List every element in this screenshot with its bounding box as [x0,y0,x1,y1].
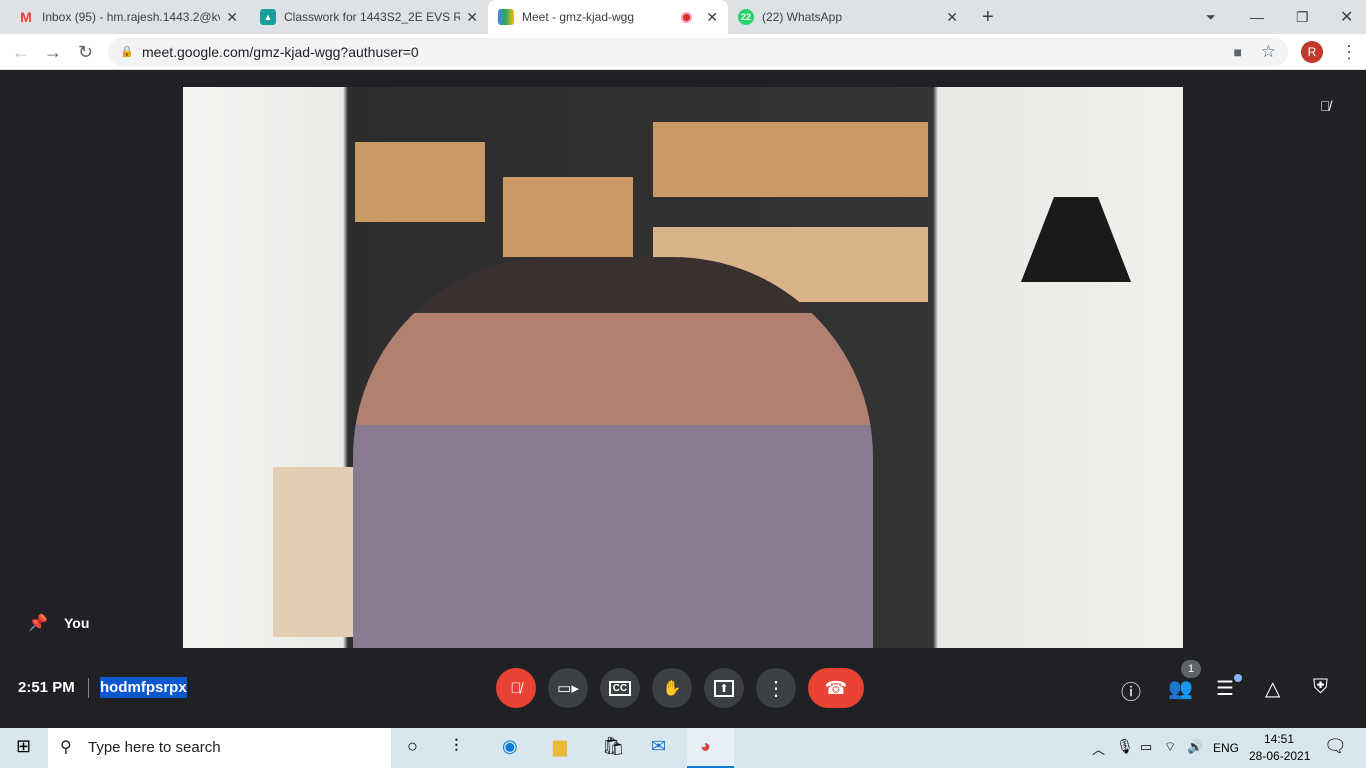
battery-icon[interactable]: ▭ [1140,739,1152,755]
participant-count-badge: 1 [1181,660,1201,678]
meeting-time: 2:51 PM [18,679,75,696]
tab-classroom[interactable]: ▲ Classwork for 1443S2_2E EVS Raj ✕ [250,0,488,34]
store-icon[interactable]: 🛍 [602,736,625,757]
back-icon[interactable]: ← [12,42,30,63]
people-icon[interactable]: 👥 [1168,676,1193,701]
more-vert-icon: ⋮ [766,677,786,700]
mic-toggle-button[interactable]: 🎙̸ [496,668,536,708]
volume-icon[interactable]: 🔊 [1187,739,1203,755]
close-window-icon[interactable]: ✕ [1330,0,1363,34]
end-call-button[interactable]: ☎ [808,668,864,708]
chat-icon[interactable]: ☰ [1216,676,1234,701]
reload-icon[interactable]: ↻ [78,42,93,63]
chat-notification-dot [1234,674,1242,682]
file-explorer-icon[interactable]: ▆ [553,736,567,757]
gmail-icon: M [20,9,32,25]
present-screen-icon: ⬆ [714,679,734,697]
tab-gmail[interactable]: M Inbox (95) - hm.rajesh.1443.2@kv ✕ [8,0,248,34]
menu-icon[interactable]: ⋮ [1340,42,1358,63]
captions-icon: CC [608,680,632,696]
participant-person [353,257,873,648]
tab-meet[interactable]: Meet - gmz-kjad-wgg ✕ [488,0,728,34]
clock-date[interactable]: 28-06-2021 [1249,749,1310,763]
close-icon[interactable]: ✕ [226,9,238,26]
search-icon: ⚲ [60,739,72,756]
edge-icon[interactable]: ◉ [502,736,518,757]
self-label: You [64,615,90,631]
notifications-icon[interactable]: 🗨 [1324,736,1347,757]
meeting-code: hodmfpsrpx [100,677,187,698]
camera-icon[interactable]: ■ [1234,38,1242,66]
close-icon[interactable]: ✕ [706,9,718,26]
raise-hand-button[interactable]: ✋ [652,668,692,708]
url-input[interactable]: 🔒 meet.google.com/gmz-kjad-wgg?authuser=0… [108,38,1288,66]
lock-icon: 🔒 [120,46,134,58]
cortana-icon[interactable]: ○ [407,736,418,757]
whatsapp-icon: 22 [738,9,754,25]
camera-toggle-button[interactable]: ▭▸ [548,668,588,708]
microphone-icon: 🎙 [1116,738,1134,754]
tab-whatsapp[interactable]: 22 (22) WhatsApp ✕ [728,0,968,34]
address-bar-row: ← → ↻ 🔒 meet.google.com/gmz-kjad-wgg?auth… [0,34,1366,70]
windows-start-icon[interactable]: ⊞ [16,736,31,757]
close-icon[interactable]: ✕ [466,9,478,26]
present-button[interactable]: ⬆ [704,668,744,708]
more-options-button[interactable]: ⋮ [756,668,796,708]
clock-time[interactable]: 14:51 [1264,732,1294,746]
tab-search-icon[interactable]: ⏷ [1196,0,1226,34]
mic-off-icon: 🎙̸ [510,679,522,697]
meeting-info-icon[interactable]: ⓘ [1121,676,1141,705]
windows-taskbar: ⊞ ⚲ Type here to search ○ ⫶ ◉ ▆ 🛍 ✉ ◕ ︿ 🎙… [0,728,1366,768]
camera-icon: ▭▸ [557,680,579,697]
activities-icon[interactable]: △ [1265,676,1280,701]
host-controls-shield-icon[interactable]: ⛨ [1313,676,1328,699]
meet-icon [498,9,514,25]
classroom-icon: ▲ [260,9,276,25]
muted-mic-icon: 🎙̸ [1320,98,1331,114]
tab-bar: M Inbox (95) - hm.rajesh.1443.2@kv ✕ ▲ Clas… [0,0,1366,34]
mail-icon[interactable]: ✉ [651,736,666,757]
participant-video [183,87,1183,648]
pin-icon[interactable]: 📌 [28,613,48,633]
captions-button[interactable]: CC [600,668,640,708]
restore-icon[interactable]: ❐ [1286,0,1319,34]
chrome-taskbar-button[interactable]: ◕ [687,728,734,768]
hang-up-icon: ☎ [824,677,848,698]
divider [88,678,89,698]
new-tab-button[interactable]: + [972,0,1004,34]
forward-icon[interactable]: → [44,42,62,63]
chrome-icon: ◕ [700,736,711,756]
task-view-icon[interactable]: ⫶ [454,736,459,757]
minimize-icon[interactable]: — [1240,0,1274,34]
bookmark-star-icon[interactable]: ☆ [1261,38,1276,66]
avatar[interactable]: R [1301,41,1323,63]
wifi-icon[interactable]: ⌔ [1164,739,1176,755]
show-hidden-icons[interactable]: ︿ [1092,739,1105,758]
close-icon[interactable]: ✕ [946,9,958,26]
hand-icon: ✋ [662,680,682,697]
taskbar-search-input[interactable]: ⚲ Type here to search [48,728,391,768]
recording-icon [681,11,693,23]
language-indicator[interactable]: ENG [1213,741,1239,755]
